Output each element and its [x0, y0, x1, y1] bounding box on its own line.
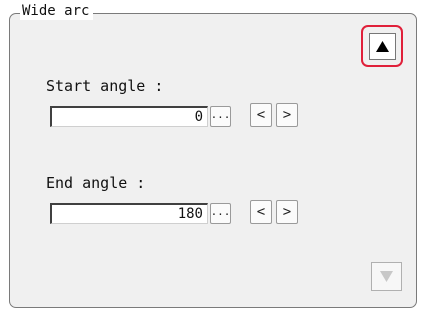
end-angle-decrement-button[interactable]: <: [250, 200, 272, 224]
group-title: Wide arc: [20, 2, 94, 20]
start-angle-label: Start angle :: [46, 77, 164, 95]
end-angle-increment-button[interactable]: >: [276, 200, 298, 224]
end-angle-input[interactable]: 180: [50, 203, 208, 224]
start-angle-increment-button[interactable]: >: [276, 103, 298, 127]
scroll-up-highlight: [361, 25, 403, 67]
start-angle-ellipsis-button[interactable]: ...: [210, 106, 231, 127]
wide-arc-groupbox: [9, 13, 417, 308]
end-angle-label: End angle :: [46, 174, 146, 192]
scroll-down-button[interactable]: [371, 262, 402, 291]
end-angle-ellipsis-button[interactable]: ...: [210, 203, 231, 224]
triangle-up-icon: [376, 41, 389, 52]
scroll-up-button[interactable]: [369, 33, 396, 60]
triangle-down-icon: [380, 271, 393, 282]
start-angle-decrement-button[interactable]: <: [250, 103, 272, 127]
start-angle-input[interactable]: 0: [50, 106, 208, 127]
